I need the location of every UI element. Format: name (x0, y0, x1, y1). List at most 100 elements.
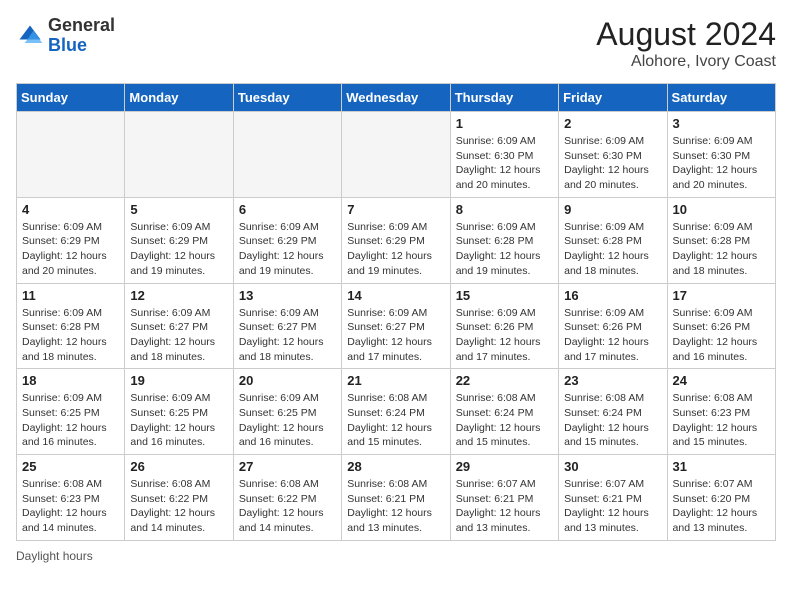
calendar-day-cell: 29 Sunrise: 6:07 AMSunset: 6:21 PMDayligh… (450, 455, 558, 541)
day-number: 20 (239, 373, 336, 388)
calendar-day-header: Tuesday (233, 84, 341, 112)
calendar-day-cell: 22 Sunrise: 6:08 AMSunset: 6:24 PMDayligh… (450, 369, 558, 455)
day-info: Sunrise: 6:09 AMSunset: 6:28 PMDaylight:… (564, 220, 661, 279)
day-number: 9 (564, 202, 661, 217)
calendar-day-cell: 10Sunrise: 6:09 AMSunset: 6:28 PMDayligh… (667, 197, 775, 283)
calendar-day-cell: 17 Sunrise: 6:09 AMSunset: 6:26 PMDayligh… (667, 283, 775, 369)
legend-label: Daylight hours (16, 549, 93, 563)
calendar-day-cell: 31 Sunrise: 6:07 AMSunset: 6:20 PMDayligh… (667, 455, 775, 541)
calendar-day-cell (17, 112, 125, 198)
day-number: 31 (673, 459, 770, 474)
day-number: 14 (347, 288, 444, 303)
day-info: Sunrise: 6:09 AMSunset: 6:26 PMDaylight:… (564, 306, 661, 365)
day-number: 15 (456, 288, 553, 303)
day-info: Sunrise: 6:09 AMSunset: 6:29 PMDaylight:… (130, 220, 227, 279)
day-info: Sunrise: 6:09 AMSunset: 6:28 PMDaylight:… (22, 306, 119, 365)
calendar-day-cell: 26 Sunrise: 6:08 AMSunset: 6:22 PMDayligh… (125, 455, 233, 541)
day-number: 29 (456, 459, 553, 474)
day-info: Sunrise: 6:07 AMSunset: 6:20 PMDaylight:… (673, 477, 770, 536)
day-number: 22 (456, 373, 553, 388)
location-subtitle: Alohore, Ivory Coast (596, 53, 776, 71)
day-number: 1 (456, 116, 553, 131)
day-number: 8 (456, 202, 553, 217)
calendar-day-header: Thursday (450, 84, 558, 112)
day-number: 13 (239, 288, 336, 303)
day-number: 24 (673, 373, 770, 388)
day-info: Sunrise: 6:08 AMSunset: 6:24 PMDaylight:… (456, 391, 553, 450)
day-number: 17 (673, 288, 770, 303)
calendar-day-cell: 20Sunrise: 6:09 AMSunset: 6:25 PMDayligh… (233, 369, 341, 455)
calendar-day-cell: 25Sunrise: 6:08 AMSunset: 6:23 PMDayligh… (17, 455, 125, 541)
day-number: 18 (22, 373, 119, 388)
page-header: General Blue August 2024 Alohore, Ivory … (16, 16, 776, 71)
calendar-day-cell: 27 Sunrise: 6:08 AMSunset: 6:22 PMDayligh… (233, 455, 341, 541)
day-info: Sunrise: 6:08 AMSunset: 6:23 PMDaylight:… (673, 391, 770, 450)
calendar-day-cell: 13 Sunrise: 6:09 AMSunset: 6:27 PMDayligh… (233, 283, 341, 369)
day-info: Sunrise: 6:09 AMSunset: 6:27 PMDaylight:… (239, 306, 336, 365)
calendar-day-header: Friday (559, 84, 667, 112)
legend: Daylight hours (16, 549, 776, 563)
day-info: Sunrise: 6:08 AMSunset: 6:21 PMDaylight:… (347, 477, 444, 536)
calendar-day-cell: 11 Sunrise: 6:09 AMSunset: 6:28 PMDayligh… (17, 283, 125, 369)
day-number: 2 (564, 116, 661, 131)
calendar-day-header: Wednesday (342, 84, 450, 112)
day-info: Sunrise: 6:09 AMSunset: 6:25 PMDaylight:… (130, 391, 227, 450)
calendar-header-row: SundayMondayTuesdayWednesdayThursdayFrid… (17, 84, 776, 112)
day-number: 25 (22, 459, 119, 474)
day-info: Sunrise: 6:09 AMSunset: 6:28 PMDaylight:… (456, 220, 553, 279)
calendar-day-cell: 24 Sunrise: 6:08 AMSunset: 6:23 PMDayligh… (667, 369, 775, 455)
calendar-week-row: 1 Sunrise: 6:09 AMSunset: 6:30 PMDaylight… (17, 112, 776, 198)
calendar-day-header: Sunday (17, 84, 125, 112)
calendar-day-cell: 19 Sunrise: 6:09 AMSunset: 6:25 PMDayligh… (125, 369, 233, 455)
logo: General Blue (16, 16, 115, 56)
logo-general-text: General (48, 15, 115, 35)
calendar-day-header: Saturday (667, 84, 775, 112)
day-info: Sunrise: 6:07 AMSunset: 6:21 PMDaylight:… (564, 477, 661, 536)
day-number: 26 (130, 459, 227, 474)
calendar-day-cell: 16 Sunrise: 6:09 AMSunset: 6:26 PMDayligh… (559, 283, 667, 369)
calendar-day-cell: 18 Sunrise: 6:09 AMSunset: 6:25 PMDayligh… (17, 369, 125, 455)
calendar-day-cell: 14 Sunrise: 6:09 AMSunset: 6:27 PMDayligh… (342, 283, 450, 369)
day-info: Sunrise: 6:09 AMSunset: 6:29 PMDaylight:… (347, 220, 444, 279)
title-block: August 2024 Alohore, Ivory Coast (596, 16, 776, 71)
day-info: Sunrise: 6:08 AMSunset: 6:24 PMDaylight:… (347, 391, 444, 450)
calendar-day-cell: 7Sunrise: 6:09 AMSunset: 6:29 PMDaylight… (342, 197, 450, 283)
day-number: 21 (347, 373, 444, 388)
calendar-week-row: 25Sunrise: 6:08 AMSunset: 6:23 PMDayligh… (17, 455, 776, 541)
calendar-day-cell: 12Sunrise: 6:09 AMSunset: 6:27 PMDayligh… (125, 283, 233, 369)
day-number: 3 (673, 116, 770, 131)
calendar-day-cell: 2 Sunrise: 6:09 AMSunset: 6:30 PMDaylight… (559, 112, 667, 198)
calendar-day-cell (233, 112, 341, 198)
day-info: Sunrise: 6:09 AMSunset: 6:26 PMDaylight:… (456, 306, 553, 365)
calendar-day-cell: 8 Sunrise: 6:09 AMSunset: 6:28 PMDaylight… (450, 197, 558, 283)
day-number: 10 (673, 202, 770, 217)
calendar-table: SundayMondayTuesdayWednesdayThursdayFrid… (16, 83, 776, 541)
day-number: 23 (564, 373, 661, 388)
day-info: Sunrise: 6:09 AMSunset: 6:25 PMDaylight:… (22, 391, 119, 450)
day-number: 11 (22, 288, 119, 303)
day-number: 30 (564, 459, 661, 474)
day-info: Sunrise: 6:08 AMSunset: 6:22 PMDaylight:… (130, 477, 227, 536)
day-info: Sunrise: 6:08 AMSunset: 6:22 PMDaylight:… (239, 477, 336, 536)
day-info: Sunrise: 6:09 AMSunset: 6:27 PMDaylight:… (347, 306, 444, 365)
logo-blue-text: Blue (48, 35, 87, 55)
calendar-week-row: 4Sunrise: 6:09 AMSunset: 6:29 PMDaylight… (17, 197, 776, 283)
logo-icon (16, 22, 44, 50)
day-info: Sunrise: 6:09 AMSunset: 6:27 PMDaylight:… (130, 306, 227, 365)
day-number: 27 (239, 459, 336, 474)
calendar-day-cell: 5Sunrise: 6:09 AMSunset: 6:29 PMDaylight… (125, 197, 233, 283)
calendar-day-cell: 1Sunrise: 6:09 AMSunset: 6:30 PMDaylight… (450, 112, 558, 198)
day-info: Sunrise: 6:09 AMSunset: 6:29 PMDaylight:… (239, 220, 336, 279)
day-number: 19 (130, 373, 227, 388)
day-info: Sunrise: 6:09 AMSunset: 6:30 PMDaylight:… (564, 134, 661, 193)
calendar-day-header: Monday (125, 84, 233, 112)
calendar-week-row: 18 Sunrise: 6:09 AMSunset: 6:25 PMDayligh… (17, 369, 776, 455)
calendar-day-cell: 21 Sunrise: 6:08 AMSunset: 6:24 PMDayligh… (342, 369, 450, 455)
calendar-day-cell: 15 Sunrise: 6:09 AMSunset: 6:26 PMDayligh… (450, 283, 558, 369)
day-info: Sunrise: 6:09 AMSunset: 6:26 PMDaylight:… (673, 306, 770, 365)
day-number: 6 (239, 202, 336, 217)
day-info: Sunrise: 6:07 AMSunset: 6:21 PMDaylight:… (456, 477, 553, 536)
day-number: 16 (564, 288, 661, 303)
calendar-day-cell (342, 112, 450, 198)
calendar-day-cell: 23Sunrise: 6:08 AMSunset: 6:24 PMDayligh… (559, 369, 667, 455)
